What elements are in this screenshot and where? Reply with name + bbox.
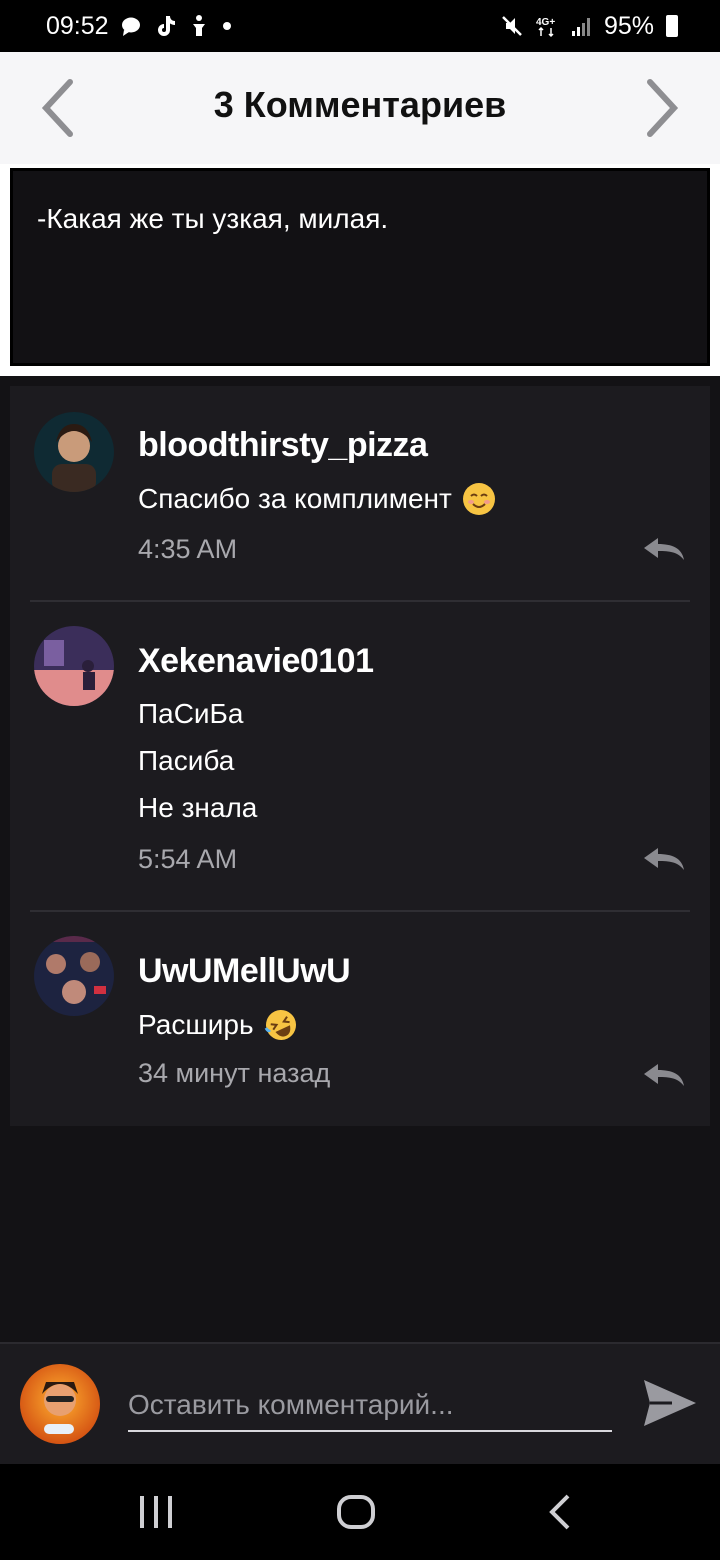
comment-username[interactable]: UwUMellUwU — [138, 952, 351, 991]
comment-compose-bar — [0, 1342, 720, 1464]
header: 3 Комментариев — [0, 52, 720, 164]
chevron-right-icon[interactable] — [642, 78, 682, 138]
signal-icon — [571, 18, 590, 36]
rofl-emoji-icon — [264, 1010, 296, 1040]
comment-text-line: Пасиба — [138, 745, 235, 776]
status-bar: 09:52 4G+ 95% — [0, 0, 720, 52]
comment-username[interactable]: Xekenavie0101 — [138, 642, 374, 681]
comment-time: 5:54 AM — [138, 844, 238, 874]
comment-text-line: Не знала — [138, 792, 258, 823]
comment-text: Расширь — [138, 1008, 298, 1042]
mute-icon — [502, 16, 522, 36]
reply-icon[interactable] — [642, 536, 686, 562]
reply-icon[interactable] — [642, 1062, 686, 1088]
comment-list: bloodthirsty_pizza Спасибо за комплимент… — [10, 386, 710, 1126]
status-time: 09:52 — [46, 12, 109, 40]
svg-text:4G+: 4G+ — [536, 17, 555, 28]
send-icon[interactable] — [642, 1378, 698, 1428]
lte-icon: 4G+ — [536, 17, 555, 38]
post-area: -Какая же ты узкая, милая. — [0, 164, 720, 376]
comment-text: Спасибо за комплимент — [138, 482, 496, 516]
smiling-emoji-icon — [462, 483, 495, 515]
recent-apps-icon[interactable] — [136, 1492, 176, 1532]
reply-icon[interactable] — [642, 846, 686, 872]
back-icon[interactable] — [540, 1492, 580, 1532]
post-text: -Какая же ты узкая, милая. — [37, 203, 389, 234]
comment-item: Xekenavie0101 ПаСиБа Пасиба Не знала 5:5… — [10, 602, 710, 912]
comment-username[interactable]: bloodthirsty_pizza — [138, 426, 428, 465]
page-title: 3 Комментариев — [213, 84, 507, 125]
comment-text-line: Расширь — [138, 1009, 254, 1040]
dot-icon — [223, 22, 231, 30]
comment-item: bloodthirsty_pizza Спасибо за комплимент… — [10, 386, 710, 602]
comment-item: UwUMellUwU Расширь 34 минут назад — [10, 912, 710, 1126]
avatar[interactable] — [34, 412, 114, 492]
tiktok-icon — [158, 16, 175, 36]
post-box: -Какая же ты узкая, милая. — [10, 168, 710, 366]
comments-screen: { "status_bar": { "time": "09:52", "batt… — [0, 0, 720, 1560]
comment-time: 34 минут назад — [138, 1058, 331, 1088]
battery-icon — [666, 15, 678, 37]
comment-time: 4:35 AM — [138, 534, 238, 564]
avatar[interactable] — [34, 626, 114, 706]
system-nav-bar — [0, 1464, 720, 1560]
chat-icon — [122, 17, 140, 36]
my-avatar[interactable] — [20, 1364, 100, 1444]
accessibility-icon — [193, 15, 205, 36]
comment-input[interactable] — [128, 1380, 612, 1432]
comment-text-line: ПаСиБа — [138, 698, 244, 729]
battery-percent: 95% — [603, 11, 654, 40]
home-icon[interactable] — [336, 1492, 376, 1532]
avatar[interactable] — [34, 936, 114, 1016]
comment-text-line: Спасибо за комплимент — [138, 483, 452, 514]
